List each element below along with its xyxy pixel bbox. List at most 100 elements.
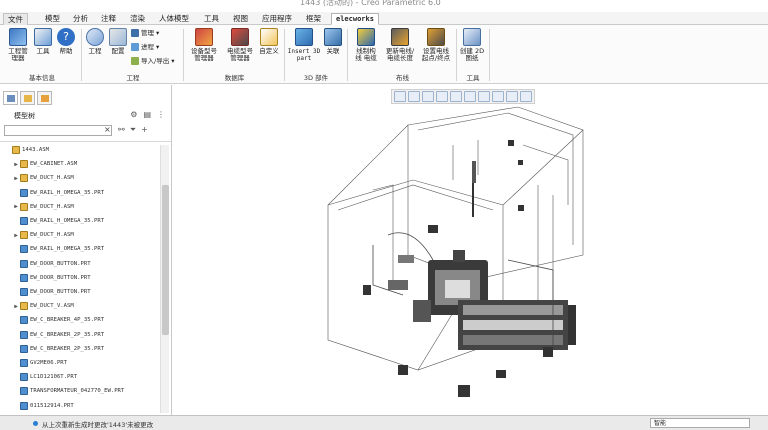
columns-icon[interactable]: ⋮ [157,110,165,119]
tab-view[interactable]: 视图 [229,13,252,25]
folder-browser-tab[interactable] [20,91,35,105]
title-bar: 1443 (活动的) - Creo Parametric 6.0 [0,0,768,12]
tree-row-label: EW_C_BREAKER_2P_35.PRT [30,345,105,352]
tree-row[interactable]: 1443.ASM [0,143,49,157]
group-separator [81,29,82,81]
project-button[interactable]: 工程 [84,28,106,55]
tab-annotate[interactable]: 注释 [97,13,120,25]
breaker-rail[interactable] [458,300,576,350]
tab-manikin[interactable]: 人体模型 [155,13,193,25]
assembly-model-view[interactable] [173,85,768,415]
part-icon [20,188,28,197]
add-icon[interactable]: + [141,125,148,135]
tab-elecworks[interactable]: elecworks [331,13,379,25]
tree-row[interactable]: ▶ EW_CABINET.ASM [0,157,77,171]
tree-row[interactable]: ▶ EW_DUCT_H.ASM [0,200,74,214]
tree-row[interactable]: EW_C_BREAKER_2P_35.PRT [0,342,104,356]
cable-model-label: 电缆型号 管理器 [227,47,253,62]
tab-file[interactable]: 文件 [3,13,28,25]
tree-row-label: EW_C_BREAKER_2P_35.PRT [30,331,105,338]
tree-row[interactable]: EW_C_BREAKER_4P_35.PRT [0,313,104,327]
expand-arrow-icon[interactable]: ▶ [12,232,20,239]
expand-arrow-icon[interactable]: ▶ [12,203,20,210]
custom-button[interactable]: 自定义 [257,28,281,55]
set-start-end-button[interactable]: 设置电线 起点/终点 [418,28,454,62]
tree-row[interactable]: EW_DOOR_BUTTON.PRT [0,271,91,285]
part-icon [20,273,28,282]
manage-button[interactable]: 管理 ▾ [131,29,159,37]
connect-icon [324,28,342,46]
tree-row[interactable]: EW_RAIL_H_OMEGA_35.PRT [0,186,104,200]
group-separator [489,29,490,81]
tab-model[interactable]: 模型 [41,13,64,25]
tree-row[interactable]: 011512914.PRT [0,399,74,413]
show-icon[interactable]: ▤ [143,110,151,119]
cable-model-icon [231,28,249,46]
tree-row[interactable]: EW_DOOR_BUTTON.PRT [0,285,91,299]
expand-arrow-icon[interactable]: ▶ [12,175,20,182]
navigator-panel: 模型树 ⚙ ▤ ⋮ × ⚯ ⏷ + 1443.ASM ▶ EW_CABINET.AS… [0,85,172,415]
insert-3d-part-button[interactable]: Insert 3D part [287,28,321,62]
config-icon [109,28,127,46]
tab-tools[interactable]: 工具 [200,13,223,25]
settings-icon[interactable]: ⚙ [130,110,137,119]
config-label: 配置 [111,47,125,55]
import-export-button[interactable]: 导入/导出 ▾ [131,57,174,65]
tree-row[interactable]: EW_RAIL_H_OMEGA_35.PRT [0,242,104,256]
tree-row[interactable]: TRANSFORMATEUR_042770_EW.PRT [0,384,124,398]
tree-search-input[interactable] [4,125,112,136]
assembly-icon [20,174,28,183]
tab-analysis[interactable]: 分析 [69,13,92,25]
scrollbar-thumb[interactable] [162,185,169,335]
update-length-button[interactable]: 更新电线/ 电缆长度 [382,28,418,62]
tree-icon [6,94,15,102]
model-tree-title: 模型树 [14,112,35,120]
filter-icon[interactable]: ⏷ [130,125,136,135]
tree-row-label: EW_DOOR_BUTTON.PRT [30,274,91,281]
device-model-manager-button[interactable]: 设备型号 管理器 [186,28,222,62]
tree-row[interactable]: EW_RAIL_H_OMEGA_35.PRT [0,214,104,228]
tools-button[interactable]: 工具 [32,28,54,55]
part-icon [20,245,28,254]
tree-scrollbar[interactable] [160,145,169,413]
tab-applications[interactable]: 应用程序 [258,13,296,25]
connect-button[interactable]: 关联 [322,28,344,55]
tree-row-label: EW_RAIL_H_OMEGA_35.PRT [30,189,105,196]
tab-render[interactable]: 渲染 [126,13,149,25]
tree-row[interactable]: GV2ME06.PRT [0,356,67,370]
project-manager-button[interactable]: 工程管 理器 [4,28,32,62]
cable-model-manager-button[interactable]: 电缆型号 管理器 [222,28,258,62]
tree-row[interactable]: ▶ EW_DUCT_V.ASM [0,299,74,313]
tree-row[interactable]: LC1D12106T.PRT [0,370,77,384]
favorites-tab[interactable] [37,91,52,105]
tree-row[interactable]: EW_C_BREAKER_2P_35.PRT [0,328,104,342]
tree-row[interactable]: ▶ EW_DUCT_H.ASM [0,171,74,185]
group-separator [183,29,184,81]
binoculars-icon[interactable]: ⚯ [118,125,125,135]
tools-label: 工具 [36,47,50,55]
tree-row-label: 1443.ASM [22,147,49,153]
tab-framework[interactable]: 框架 [302,13,325,25]
custom-label: 自定义 [259,47,279,55]
connect-label: 关联 [326,47,340,55]
tree-row-label: 011512914.PRT [30,402,74,409]
pole-part[interactable] [472,161,476,183]
tree-row[interactable]: EW_DOOR_BUTTON.PRT [0,257,91,271]
model-tree-tab[interactable] [3,91,18,105]
expand-arrow-icon[interactable]: ▶ [12,161,20,168]
process-button[interactable]: 进程 ▾ [131,43,159,51]
wire-route-button[interactable]: 线制构 线 电缆 [350,28,382,62]
graphics-area[interactable] [173,85,768,415]
model-tree-header: 模型树 ⚙ ▤ ⋮ [0,108,171,122]
help-button[interactable]: ? 帮助 [55,28,77,55]
part-icon [20,288,28,296]
expand-arrow-icon[interactable]: ▶ [12,303,20,310]
chevron-down-icon: ▾ [156,43,160,51]
tree-row-label: EW_RAIL_H_OMEGA_35.PRT [30,218,105,224]
create-2d-drawing-button[interactable]: 创建 2D 图纸 [458,28,486,62]
tree-row[interactable]: ▶ EW_DUCT_H.ASM [0,228,74,242]
update-length-label: 更新电线/ 电缆长度 [385,47,415,62]
config-button[interactable]: 配置 [107,28,129,55]
part-icon [20,373,28,382]
selection-filter[interactable]: 智能 [650,418,750,428]
